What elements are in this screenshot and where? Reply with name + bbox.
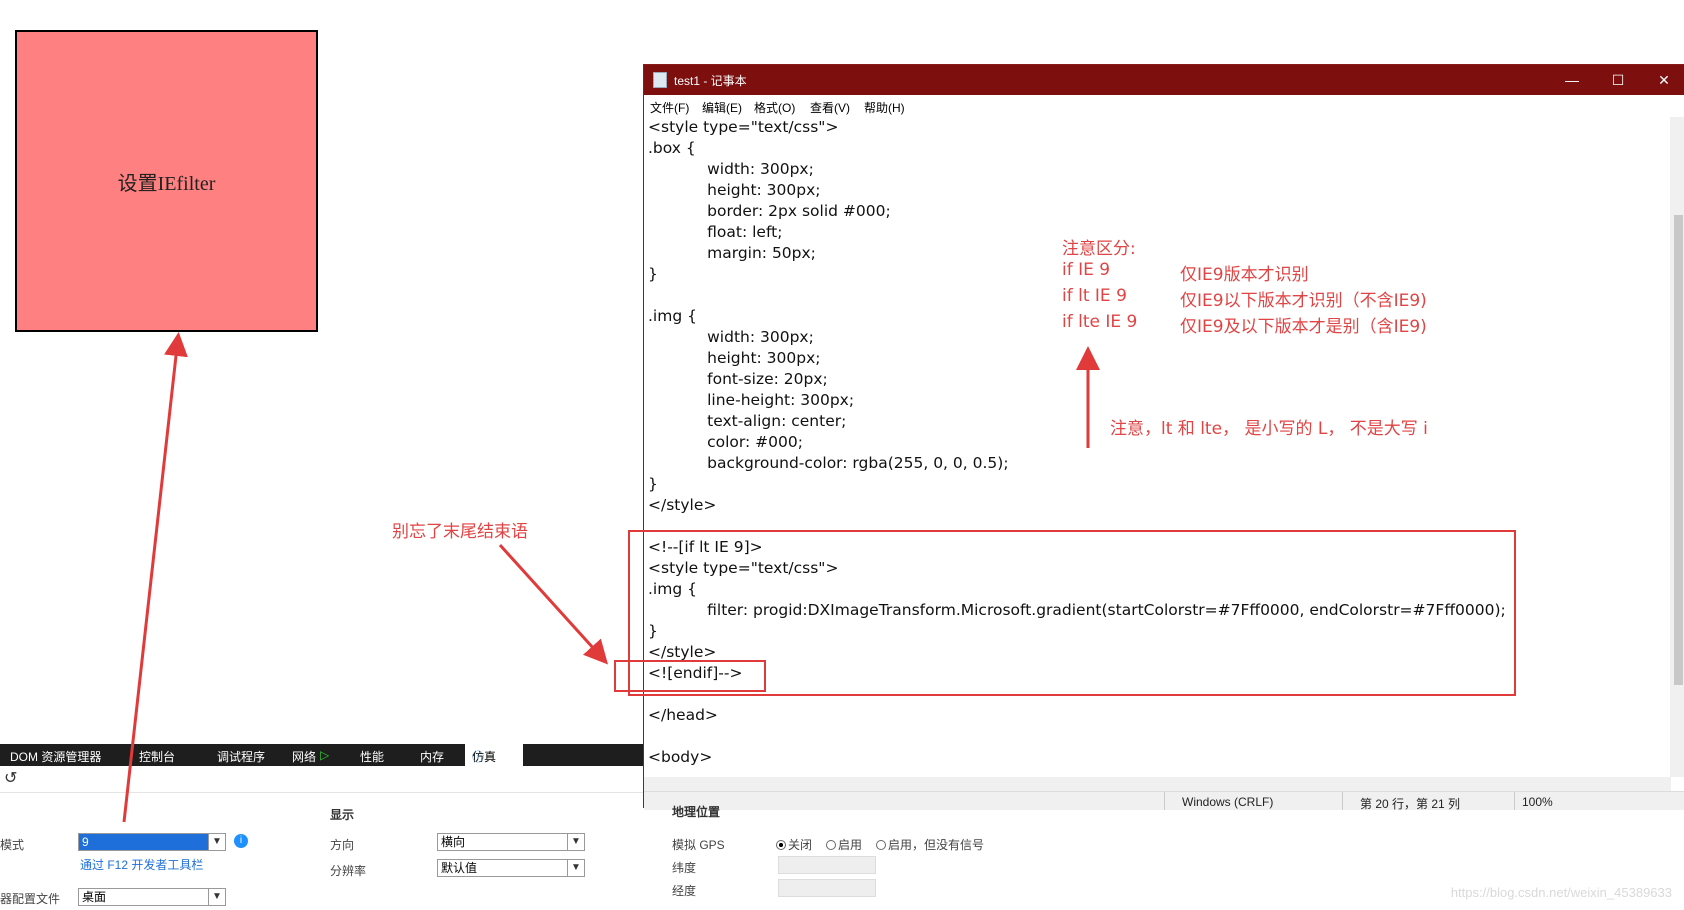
arrow-to-endif: [498, 543, 609, 665]
arrow-to-demo-box: [122, 332, 188, 823]
watermark: https://blog.csdn.net/weixin_45389633: [1450, 885, 1672, 900]
annotation-arrows: [122, 332, 1100, 823]
